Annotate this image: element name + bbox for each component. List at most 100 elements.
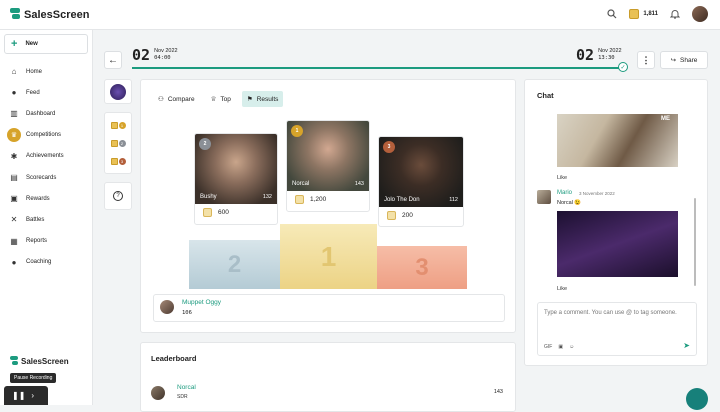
start-date: 02 Nov 2022 04:00 xyxy=(132,48,178,63)
tab-results[interactable]: ⚑ Results xyxy=(241,91,284,107)
like-button[interactable]: Like xyxy=(557,175,567,181)
results-card: ⚇ Compare ♕ Top ⚑ Results 2 Bushy 132 600 1… xyxy=(140,79,516,333)
sidebar-item-home[interactable]: ⌂ Home xyxy=(0,61,92,82)
brand-logo[interactable]: SalesScreen xyxy=(10,8,89,21)
smile-icon[interactable]: ☺ xyxy=(569,344,574,350)
sidebar-item-scorecards[interactable]: ▤ Scorecards xyxy=(0,167,92,188)
ranking-row[interactable]: Muppet Oggy 106 xyxy=(153,294,505,322)
sidebar-item-competitions[interactable]: ♛ Competitions xyxy=(0,125,92,146)
participant-name: Jolo The Don xyxy=(384,197,420,203)
plus-icon: + xyxy=(11,38,18,50)
leaderboard-score: 143 xyxy=(493,389,503,395)
top-bar: SalesScreen 1,811 xyxy=(0,0,720,30)
sidebar-item-label: Dashboard xyxy=(26,110,56,117)
leaderboard-name[interactable]: Norcal xyxy=(177,384,196,391)
coin-icon xyxy=(110,121,118,129)
coin-icon xyxy=(110,139,118,147)
sidebar-item-dashboard[interactable]: ▥ Dashboard xyxy=(0,103,92,124)
end-time: 13:30 xyxy=(598,55,615,61)
image-icon[interactable]: ▣ xyxy=(558,344,563,350)
sidebar-item-label: Battles xyxy=(26,216,45,223)
support-chat-button[interactable] xyxy=(686,388,708,410)
second-place-badge: 2 xyxy=(118,139,126,147)
points-value: 600 xyxy=(218,209,229,216)
participant-score: 143 xyxy=(354,181,364,187)
brand-mark-icon xyxy=(10,8,20,21)
gif-button[interactable]: GIF xyxy=(544,344,552,350)
podium-card-first[interactable]: 1 Norcal 143 1,200 xyxy=(286,120,370,212)
coin-count: 1,811 xyxy=(643,11,658,17)
help-button[interactable]: ? xyxy=(104,182,132,210)
new-button-label: New xyxy=(25,41,38,47)
help-icon: ? xyxy=(113,191,123,201)
chat-gif[interactable]: ME xyxy=(557,114,678,167)
sidebar-item-coaching[interactable]: ● Coaching xyxy=(0,252,92,273)
comment-input[interactable]: Type a comment. You can use @ to tag som… xyxy=(537,302,697,356)
sidebar-item-battles[interactable]: ✕ Battles xyxy=(0,209,92,230)
trophy-icon: ♛ xyxy=(7,128,21,143)
share-label: Share xyxy=(680,56,698,64)
home-icon: ⌂ xyxy=(11,67,17,77)
podium-card-second[interactable]: 2 Bushy 132 600 xyxy=(194,133,278,225)
leaderboard-card: Leaderboard Norcal SDR 143 xyxy=(140,342,516,412)
competition-side-panel: 1 2 3 ? xyxy=(104,79,132,210)
message-author[interactable]: Mario xyxy=(557,190,572,196)
sidebar-item-label: Competitions xyxy=(26,132,62,139)
sidebar-item-reports[interactable]: ▦ Reports xyxy=(0,231,92,252)
participant-score: 112 xyxy=(449,197,458,203)
more-options-button[interactable]: ⋮ xyxy=(637,51,655,69)
tab-top[interactable]: ♕ Top xyxy=(206,91,236,107)
sidebar-item-label: Achievements xyxy=(26,153,64,160)
start-time: 04:00 xyxy=(154,55,171,61)
bell-icon[interactable] xyxy=(670,9,680,19)
flag-icon: ⚑ xyxy=(246,96,253,103)
podium-step-third: 3 xyxy=(377,246,467,289)
sidebar-item-achievements[interactable]: ✱ Achievements xyxy=(0,146,92,167)
sidebar-item-feed[interactable]: ● Feed xyxy=(0,82,92,103)
podium-step-second: 2 xyxy=(189,240,280,289)
coin-balance[interactable]: 1,811 xyxy=(629,9,658,19)
recording-bar[interactable]: ❚❚ › xyxy=(4,386,48,405)
report-icon: ▦ xyxy=(10,236,18,246)
start-day: 02 xyxy=(132,46,151,64)
expand-icon[interactable]: › xyxy=(31,391,34,400)
end-day: 02 xyxy=(576,46,595,64)
bar-chart-icon: ▥ xyxy=(10,109,18,119)
user-avatar[interactable] xyxy=(692,6,708,22)
like-button[interactable]: Like xyxy=(557,286,567,292)
end-date: 02 Nov 2022 13:30 xyxy=(576,48,622,63)
tab-label: Top xyxy=(220,95,231,103)
competition-badge-icon xyxy=(110,83,126,100)
third-place-badge: 3 xyxy=(118,157,126,165)
sidebar-nav: ⌂ Home ● Feed ▥ Dashboard ♛ Competitions ✱ Ac… xyxy=(0,61,92,273)
back-button[interactable]: ← xyxy=(104,51,122,69)
gift-icon: ▣ xyxy=(10,194,18,204)
tab-label: Results xyxy=(256,95,279,103)
share-button[interactable]: ↪ Share xyxy=(660,51,708,69)
gold-medal-icon: 1 xyxy=(291,125,303,137)
message-time: 3 November 2022 xyxy=(579,191,615,196)
participant-score: 106 xyxy=(182,310,192,316)
competition-badge[interactable] xyxy=(104,79,132,104)
share-icon: ↪ xyxy=(670,57,677,64)
coin-icon xyxy=(203,208,212,217)
sidebar-item-rewards[interactable]: ▣ Rewards xyxy=(0,188,92,209)
participant-photo: 1 Norcal 143 xyxy=(287,121,369,191)
participant-name: Norcal xyxy=(292,181,310,187)
participant-points: 600 xyxy=(195,204,277,221)
avatar xyxy=(151,386,165,400)
new-button[interactable]: + New xyxy=(4,34,88,54)
pause-icon[interactable]: ❚❚ xyxy=(12,391,25,400)
tab-compare[interactable]: ⚇ Compare xyxy=(153,91,200,107)
podium-card-third[interactable]: 3 Jolo The Don 112 200 xyxy=(378,136,464,227)
participant-name[interactable]: Muppet Oggy xyxy=(182,299,221,306)
send-icon[interactable]: ➤ xyxy=(683,341,690,350)
chat-gif[interactable] xyxy=(557,211,678,277)
search-icon[interactable] xyxy=(607,9,617,19)
swords-icon: ✕ xyxy=(10,215,18,225)
gif-caption: ME xyxy=(661,116,670,122)
participant-points: 200 xyxy=(379,207,463,224)
chat-scrollbar[interactable] xyxy=(694,198,696,286)
points-value: 1,200 xyxy=(310,196,327,203)
sidebar-item-label: Rewards xyxy=(26,195,50,202)
